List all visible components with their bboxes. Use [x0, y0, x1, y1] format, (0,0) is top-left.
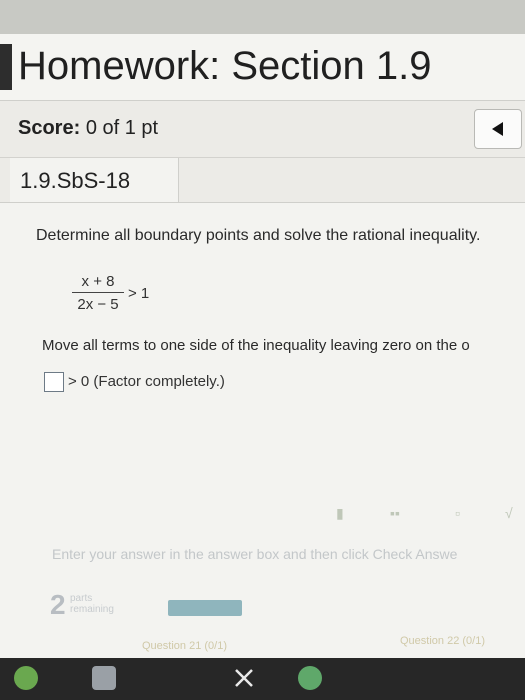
- answer-hint: Enter your answer in the answer box and …: [52, 546, 458, 562]
- title-accent-bar: [0, 44, 12, 90]
- question-id-row: 1.9.SbS-18: [0, 158, 525, 202]
- check-answer-button[interactable]: [168, 600, 242, 616]
- parts-remaining-count: 2: [50, 589, 66, 620]
- page-title: Homework: Section 1.9: [18, 44, 432, 88]
- question-next-link[interactable]: Question 22 (0/1): [400, 635, 485, 647]
- taskbar-camera-icon[interactable]: [92, 666, 116, 690]
- title-row: Homework: Section 1.9: [0, 34, 525, 101]
- triangle-left-icon: [492, 122, 503, 136]
- inequality-comparison: > 1: [128, 285, 150, 302]
- math-tool-mixed-icon[interactable]: ▪▪: [390, 505, 400, 521]
- score-value: 0 of 1 pt: [85, 117, 159, 139]
- parts-remaining-label: parts remaining: [70, 593, 114, 615]
- inequality-fraction: x + 8 2x − 5: [68, 273, 128, 313]
- score-label: Score:: [18, 117, 81, 139]
- question-id-tab: 1.9.SbS-18: [10, 158, 179, 202]
- browser-top-strip: [0, 0, 525, 34]
- parts-label-line2: remaining: [70, 604, 114, 615]
- score-row: Score: 0 of 1 pt: [0, 101, 525, 158]
- math-tool-sqrt-icon[interactable]: √: [505, 505, 513, 521]
- fraction-denominator: 2x − 5: [77, 296, 119, 313]
- parts-label-line1: parts: [70, 593, 93, 604]
- taskbar-play-app-icon[interactable]: [298, 666, 322, 690]
- answer-input-box[interactable]: [44, 372, 64, 392]
- fraction-numerator: x + 8: [81, 273, 115, 290]
- question-id: 1.9.SbS-18: [20, 168, 131, 193]
- score: Score: 0 of 1 pt: [18, 117, 158, 140]
- question-content: Determine all boundary points and solve …: [0, 202, 525, 658]
- math-tool-fraction-icon[interactable]: ▮: [336, 505, 344, 522]
- taskbar-scissors-icon[interactable]: [232, 666, 256, 690]
- answer-suffix: > 0 (Factor completely.): [68, 373, 225, 390]
- math-tool-exponent-icon[interactable]: ▫: [455, 505, 460, 521]
- previous-question-button[interactable]: [474, 109, 522, 149]
- question-prev-link[interactable]: Question 21 (0/1): [142, 640, 227, 652]
- homework-page: Homework: Section 1.9 Score: 0 of 1 pt 1…: [0, 34, 525, 658]
- question-instruction: Determine all boundary points and solve …: [36, 227, 481, 244]
- taskbar-s-app-icon[interactable]: [14, 666, 38, 690]
- os-taskbar: [0, 658, 525, 700]
- step-instruction: Move all terms to one side of the inequa…: [42, 337, 470, 354]
